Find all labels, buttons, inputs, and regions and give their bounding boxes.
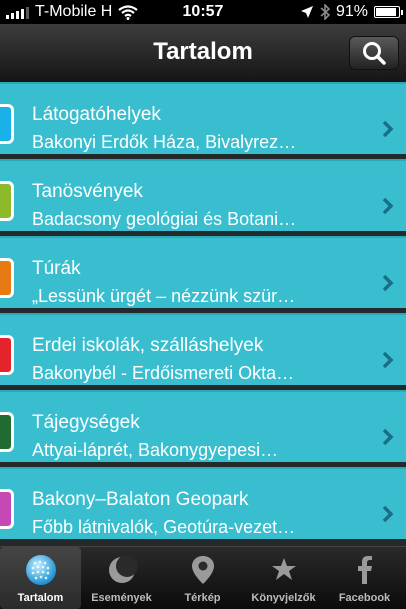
list-item[interactable]: Tanösvények Badacsony geológiai és Botan… <box>0 159 406 231</box>
status-right: 91% <box>300 3 403 21</box>
tab-label: Tartalom <box>17 592 64 604</box>
list-item-subtitle: Badacsony geológiai és Botani… <box>32 209 297 229</box>
list-item[interactable]: Tájegységek Attyai-láprét, Bakonygyepesi… <box>0 390 406 462</box>
list-item-title: Bakony–Balaton Geopark <box>32 489 249 510</box>
chevron-right-icon <box>382 197 394 215</box>
tab-bar: Tartalom Események Térkép Könyvjelzők Fa… <box>0 546 406 609</box>
tab-label: Térkép <box>184 592 221 604</box>
list-item[interactable]: Látogatóhelyek Bakonyi Erdők Háza, Bival… <box>0 82 406 154</box>
category-color-swatch <box>0 412 14 452</box>
list-item-subtitle: Attyai-láprét, Bakonygyepesi… <box>32 440 279 460</box>
tab-tartalom[interactable]: Tartalom <box>0 547 81 609</box>
list-item-title: Erdei iskolák, szálláshelyek <box>32 335 264 356</box>
tab-label: Könyvjelzők <box>251 592 316 604</box>
list-item-title: Látogatóhelyek <box>32 104 161 125</box>
tab-terkep[interactable]: Térkép <box>162 547 243 609</box>
globe-icon <box>26 555 56 585</box>
list-item[interactable]: Túrák „Lessünk ürgét – nézzünk szür… <box>0 236 406 308</box>
status-bar: T-Mobile H 10:57 91% <box>0 0 406 24</box>
map-pin-icon <box>192 556 214 584</box>
search-icon <box>363 42 386 65</box>
list-item[interactable]: Bakony–Balaton Geopark Főbb látnivalók, … <box>0 467 406 539</box>
list-item-title: Tájegységek <box>32 412 140 433</box>
list-item-subtitle: Bakonybél - Erdőismereti Okta… <box>32 363 295 383</box>
location-arrow-icon <box>300 6 313 18</box>
content-list[interactable]: Látogatóhelyek Bakonyi Erdők Háza, Bival… <box>0 82 406 546</box>
tab-label: Facebook <box>338 592 391 604</box>
category-color-swatch <box>0 258 14 298</box>
category-color-swatch <box>0 104 14 144</box>
category-color-swatch <box>0 335 14 375</box>
moon-icon <box>109 555 138 583</box>
battery-percent: 91% <box>335 3 368 20</box>
tab-esemenyek[interactable]: Események <box>81 547 162 609</box>
list-item-subtitle: „Lessünk ürgét – nézzünk szür… <box>32 286 296 306</box>
chevron-right-icon <box>382 428 394 446</box>
chevron-right-icon <box>382 351 394 369</box>
page-title: Tartalom <box>153 38 253 65</box>
tab-konyvjelzok[interactable]: Könyvjelzők <box>243 547 324 609</box>
list-item-subtitle: Bakonyi Erdők Háza, Bivalyrez… <box>32 132 297 152</box>
chevron-right-icon <box>382 120 394 138</box>
list-item-title: Túrák <box>32 258 81 279</box>
facebook-icon <box>358 556 372 584</box>
tab-label: Események <box>91 592 152 604</box>
battery-icon <box>374 6 403 18</box>
navigation-bar: Tartalom <box>0 24 406 83</box>
search-button[interactable] <box>349 36 399 70</box>
list-item[interactable]: Erdei iskolák, szálláshelyek Bakonybél -… <box>0 313 406 385</box>
list-item-title: Tanösvények <box>32 181 143 202</box>
bluetooth-icon <box>320 4 330 20</box>
list-item-subtitle: Főbb látnivalók, Geotúra-vezet… <box>32 517 296 537</box>
stars-icon <box>272 558 296 580</box>
category-color-swatch <box>0 181 14 221</box>
battery-fill <box>376 8 397 16</box>
category-color-swatch <box>0 489 14 529</box>
chevron-right-icon <box>382 274 394 292</box>
tab-facebook[interactable]: Facebook <box>324 547 405 609</box>
chevron-right-icon <box>382 505 394 523</box>
